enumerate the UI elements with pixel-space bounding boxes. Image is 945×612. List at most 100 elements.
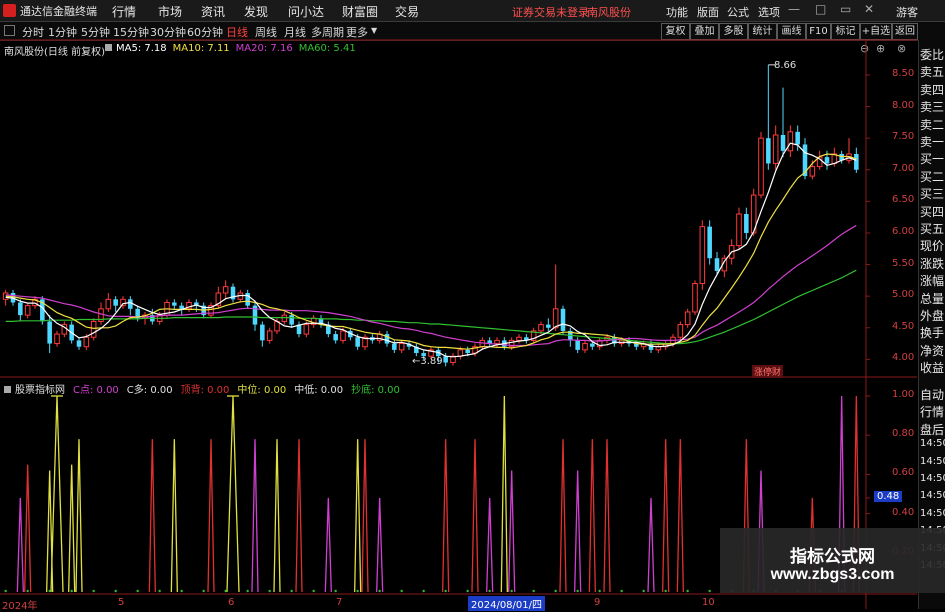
bottom-signal-dot — [158, 589, 161, 593]
bottom-signal-dot — [4, 589, 7, 593]
candle-body — [772, 134, 779, 164]
quote-field-label: 涨跌 — [920, 256, 945, 271]
bottom-signal-dot — [378, 589, 381, 593]
bottom-signal-dot — [48, 589, 51, 593]
candle-body — [854, 153, 859, 170]
bottom-signal-dot — [664, 589, 667, 593]
candle-body — [707, 226, 712, 259]
indicator-c-point: C点: 0.00 — [73, 385, 119, 396]
candle-body — [744, 214, 749, 233]
indicator-spike — [588, 439, 596, 593]
candle-body — [560, 308, 566, 331]
tick-time-label: 14:50 — [920, 438, 945, 450]
indicator-spike — [295, 439, 303, 593]
bottom-signal-dot — [598, 589, 601, 593]
candle-body — [758, 137, 764, 196]
chart-grid — [0, 39, 917, 609]
kline-chart[interactable] — [0, 0, 945, 609]
bottom-signal-dot — [136, 589, 139, 593]
bottom-signal-dot — [180, 589, 183, 593]
bottom-signal-dot — [466, 589, 469, 593]
indicator-spike — [50, 395, 64, 593]
ma10-line — [5, 153, 857, 350]
indicator-spike — [574, 470, 582, 593]
candle-body — [552, 308, 559, 329]
price-tick-label: 6.00 — [892, 225, 915, 237]
ma-lines — [5, 142, 857, 358]
site-watermark: 指标公式网 www.zbgs3.com — [720, 528, 945, 593]
quote-side-panel: 委比 卖五 卖四 卖三 卖二 卖一 买一 买二 买三 买四 买五 现价 涨跌 涨幅 总量 外盘 换手 净资 收益 自动… — [918, 40, 945, 609]
price-tick-label: 4.00 — [892, 352, 915, 364]
tick-time-label: 14:50 — [920, 455, 945, 467]
candle-body — [76, 340, 82, 347]
candle-body — [113, 299, 118, 306]
panel-tab[interactable]: 盘后 — [920, 421, 944, 438]
bottom-signal-dot — [400, 589, 403, 593]
price-tick-label: 5.00 — [892, 289, 915, 301]
candle-body — [795, 131, 800, 145]
candle-body — [692, 283, 698, 313]
candle-body — [128, 299, 133, 309]
ma20-line — [5, 224, 857, 347]
candle-body — [538, 324, 544, 332]
candle-body — [355, 337, 360, 347]
candle-body — [465, 349, 470, 354]
indicator-spike — [68, 464, 76, 593]
indicator-bottom: 抄底: 0.00 — [351, 385, 400, 396]
indicator-spike — [662, 439, 670, 593]
candle-body — [824, 157, 830, 164]
indicator-spike — [508, 470, 516, 593]
candle-body — [590, 343, 595, 347]
candle-body — [24, 305, 31, 316]
candle-body — [766, 138, 771, 164]
bottom-signal-dot — [576, 589, 579, 593]
bottom-signal-dot — [26, 589, 29, 593]
indicator-tick-label: 0.40 — [892, 506, 915, 518]
date-tick-label: 5 — [118, 597, 125, 608]
indicator-spike — [676, 439, 684, 593]
candle-body — [443, 356, 448, 363]
candlestick-series — [2, 64, 859, 367]
low-price-value: 3.89 — [420, 356, 443, 367]
candle-body — [83, 336, 90, 348]
quote-field-label: 涨幅 — [920, 274, 945, 289]
quote-field-label: 买三 — [920, 187, 945, 202]
candle-body — [120, 298, 126, 307]
bottom-signal-dot — [356, 589, 359, 593]
candle-body — [54, 333, 60, 345]
candle-body — [677, 324, 684, 338]
indicator-spike — [75, 439, 83, 593]
panel-tab[interactable]: 自动 — [920, 386, 944, 403]
candle-body — [281, 314, 288, 322]
limit-up-badge[interactable]: 涨停财 — [752, 365, 784, 378]
candle-body — [516, 336, 522, 341]
indicator-name[interactable]: 股票指标网 — [15, 385, 65, 396]
date-tick-label: 7 — [336, 597, 343, 608]
quote-field-label: 外盘 — [920, 309, 945, 323]
candle-body — [684, 311, 691, 326]
quote-field-label: 卖四 — [920, 82, 945, 97]
candle-body — [546, 324, 551, 328]
price-tick-label: 8.00 — [892, 99, 915, 111]
indicator-toggle-icon[interactable] — [4, 386, 11, 393]
candle-body — [787, 131, 794, 152]
bottom-signal-dot — [70, 589, 73, 593]
bottom-signal-dot — [642, 589, 645, 593]
indicator-spike — [442, 439, 450, 593]
watermark-url: www.zbgs3.com — [770, 566, 895, 583]
price-tick-label: 4.50 — [892, 320, 915, 332]
date-tick-label: 10 — [702, 597, 715, 608]
quote-field-label: 卖二 — [920, 117, 945, 132]
bottom-signal-dot — [488, 589, 491, 593]
bottom-signal-dot — [532, 589, 535, 593]
indicator-spike — [471, 439, 479, 593]
indicator-spike — [226, 395, 240, 593]
panel-tab[interactable]: 行情 — [920, 403, 944, 420]
indicator-spike — [354, 439, 362, 593]
candle-body — [105, 298, 112, 310]
candle-body — [172, 302, 177, 306]
price-tick-label: 7.50 — [892, 131, 915, 143]
quote-field-label: 总量 — [920, 291, 945, 306]
indicator-mid-low: 中低: 0.00 — [294, 385, 344, 396]
candle-body — [266, 330, 273, 341]
